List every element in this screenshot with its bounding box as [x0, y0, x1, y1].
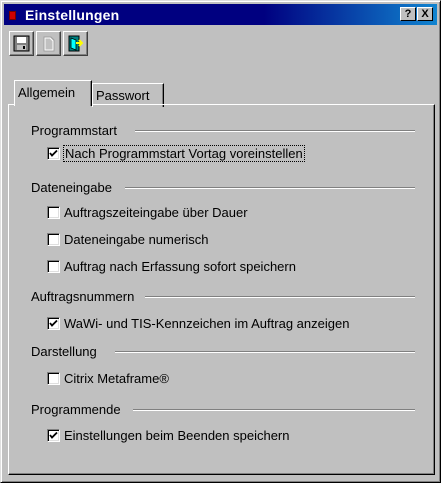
checkmark-icon	[49, 431, 58, 439]
group-title-programmstart: Programmstart	[31, 123, 117, 138]
close-button[interactable]: X	[417, 7, 433, 21]
new-button[interactable]	[36, 31, 61, 56]
new-icon	[43, 36, 55, 52]
group-title-dateneingabe: Dateneingabe	[31, 180, 112, 195]
label-auftragszeiteingabe[interactable]: Auftragszeiteingabe über Dauer	[64, 205, 248, 220]
checkbox-kennzeichen-anzeigen[interactable]	[47, 317, 60, 330]
group-title-darstellung: Darstellung	[31, 344, 97, 359]
title-bar[interactable]: Einstellungen ? X	[4, 4, 437, 25]
save-button[interactable]	[9, 31, 34, 56]
exit-icon	[68, 35, 84, 52]
tab-allgemein-label: Allgemein	[18, 85, 76, 100]
label-kennzeichen-anzeigen[interactable]: WaWi- und TIS-Kennzeichen im Auftrag anz…	[64, 316, 349, 331]
label-dateneingabe-numerisch[interactable]: Dateneingabe numerisch	[64, 232, 209, 247]
tab-allgemein[interactable]: Allgemein	[14, 80, 92, 106]
separator	[145, 296, 415, 298]
settings-window: Einstellungen ? X Allgemein Passwort Pro…	[0, 0, 441, 483]
window-title: Einstellungen	[25, 7, 120, 23]
group-title-auftragsnummern: Auftragsnummern	[31, 289, 135, 304]
checkbox-citrix-metaframe[interactable]	[47, 372, 60, 385]
group-title-programmende: Programmende	[31, 402, 121, 417]
checkmark-icon	[49, 149, 58, 157]
exit-button[interactable]	[63, 31, 88, 56]
help-button[interactable]: ?	[400, 7, 416, 21]
checkbox-sofort-speichern[interactable]	[47, 260, 60, 273]
separator	[133, 409, 415, 411]
label-citrix-metaframe[interactable]: Citrix Metaframe®	[64, 371, 169, 386]
separator	[135, 130, 415, 132]
checkmark-icon	[49, 319, 58, 327]
checkbox-vortag-voreinstellen[interactable]	[47, 147, 60, 160]
tab-passwort-label: Passwort	[96, 88, 150, 103]
app-icon	[9, 11, 16, 20]
checkbox-beim-beenden-speichern[interactable]	[47, 429, 60, 442]
label-vortag-voreinstellen[interactable]: Nach Programmstart Vortag voreinstellen	[63, 145, 305, 162]
label-sofort-speichern[interactable]: Auftrag nach Erfassung sofort speichern	[64, 259, 296, 274]
label-beim-beenden-speichern[interactable]: Einstellungen beim Beenden speichern	[64, 428, 290, 443]
separator	[125, 187, 415, 189]
save-icon	[13, 35, 30, 52]
checkbox-dateneingabe-numerisch[interactable]	[47, 233, 60, 246]
checkbox-auftragszeiteingabe[interactable]	[47, 206, 60, 219]
separator	[115, 351, 415, 353]
